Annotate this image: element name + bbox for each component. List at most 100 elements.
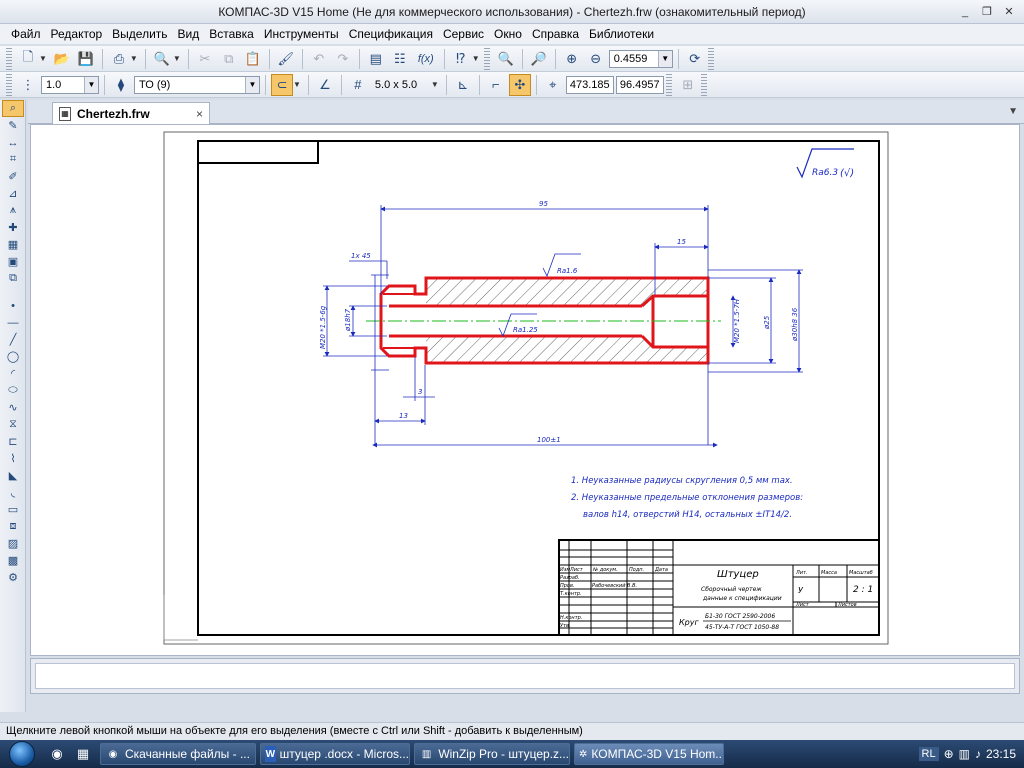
- dropdown-arrow-icon[interactable]: ▼: [431, 80, 439, 89]
- arc-icon[interactable]: ◜: [2, 365, 24, 382]
- manager-icon[interactable]: ▤: [365, 48, 387, 70]
- drawing-svg[interactable]: Ra6.3 (√) 95 15 1х 45 Ra1.6 Ra1.25 M20 *…: [31, 125, 1019, 655]
- network-icon[interactable]: ▥: [959, 747, 970, 761]
- copy-icon[interactable]: ⧉: [218, 48, 240, 70]
- equidistant-icon[interactable]: ⧈: [2, 518, 24, 535]
- hatch-icon[interactable]: ▨: [2, 535, 24, 552]
- toolbar-grip[interactable]: [6, 47, 12, 70]
- edit-icon[interactable]: ✐: [2, 168, 24, 185]
- chevron-down-icon[interactable]: ▼: [245, 76, 259, 93]
- volume-icon[interactable]: ♪: [975, 747, 981, 761]
- menu-service[interactable]: Сервис: [438, 24, 489, 44]
- drawing-canvas[interactable]: Ra6.3 (√) 95 15 1х 45 Ra1.6 Ra1.25 M20 *…: [30, 124, 1020, 656]
- point-icon[interactable]: •: [2, 297, 24, 314]
- dropdown-arrow-icon[interactable]: ▼: [39, 54, 47, 63]
- zoom-all-icon[interactable]: 🔎: [528, 48, 550, 70]
- measure-icon[interactable]: ⩚: [2, 202, 24, 219]
- paste-icon[interactable]: 📋: [242, 48, 264, 70]
- auxiliary-line-icon[interactable]: ―: [2, 314, 24, 331]
- cursor-y-field[interactable]: 96.4957: [615, 75, 664, 94]
- reports-icon[interactable]: ▣: [2, 253, 24, 270]
- grid-step-value[interactable]: 5.0 x 5.0: [371, 79, 431, 91]
- circle-icon[interactable]: ◯: [2, 348, 24, 365]
- properties-area[interactable]: [35, 663, 1015, 689]
- parametrization-icon[interactable]: ⊿: [2, 185, 24, 202]
- toolbar-grip[interactable]: [483, 47, 490, 70]
- local-snap-icon[interactable]: ∠: [314, 74, 336, 96]
- spline-icon[interactable]: ∿: [2, 399, 24, 416]
- grid-icon[interactable]: #: [347, 74, 369, 96]
- taskbar-item-word[interactable]: W штуцер .docx - Micros...: [260, 743, 410, 765]
- taskbar-item-winzip[interactable]: ▥ WinZip Pro - штуцер.z...: [414, 743, 570, 765]
- restore-button[interactable]: ❐: [978, 4, 996, 19]
- menu-editor[interactable]: Редактор: [46, 24, 108, 44]
- spec-icon[interactable]: ▦: [2, 236, 24, 253]
- specification-icon[interactable]: ☷: [389, 48, 411, 70]
- context-help-icon[interactable]: ⁉: [450, 48, 472, 70]
- format-brush-icon[interactable]: 🖌: [275, 48, 297, 70]
- redo-icon[interactable]: ↷: [332, 48, 354, 70]
- cursor-x-field[interactable]: 473.185: [565, 75, 614, 94]
- menu-specification[interactable]: Спецификация: [344, 24, 438, 44]
- save-icon[interactable]: 💾: [75, 48, 97, 70]
- menu-insert[interactable]: Вставка: [204, 24, 259, 44]
- cut-icon[interactable]: ✂: [194, 48, 216, 70]
- tab-menu-icon[interactable]: ▼: [1008, 106, 1018, 117]
- dropdown-arrow-icon[interactable]: ▼: [472, 54, 480, 63]
- ortho-mode-icon[interactable]: ⌐: [485, 74, 507, 96]
- language-indicator[interactable]: RL: [918, 747, 939, 761]
- tray-add-icon[interactable]: ⊕: [944, 747, 954, 761]
- dropdown-arrow-icon[interactable]: ▼: [293, 80, 301, 89]
- dropdown-arrow-icon[interactable]: ▼: [130, 54, 138, 63]
- rectangle-icon[interactable]: ▭: [2, 501, 24, 518]
- line-width-combo[interactable]: 1.0 ▼: [41, 75, 99, 94]
- clock[interactable]: 23:15: [986, 747, 1016, 761]
- menu-window[interactable]: Окно: [489, 24, 527, 44]
- chevron-down-icon[interactable]: ▼: [84, 76, 98, 93]
- fragment-icon[interactable]: ⧉: [2, 270, 24, 287]
- show-desktop-icon[interactable]: ▦: [72, 743, 94, 765]
- close-tab-icon[interactable]: ×: [196, 107, 203, 121]
- toolbar-grip[interactable]: [700, 73, 707, 96]
- undo-icon[interactable]: ↶: [308, 48, 330, 70]
- minimize-button[interactable]: _: [956, 4, 974, 19]
- toolbar-grip[interactable]: [6, 73, 12, 96]
- fill-icon[interactable]: ▩: [2, 552, 24, 569]
- dimensions-icon[interactable]: ↔: [2, 134, 24, 151]
- toolbar-grip[interactable]: [665, 73, 672, 96]
- toolbar-grip[interactable]: [707, 47, 714, 70]
- contour-icon[interactable]: ⊏: [2, 433, 24, 450]
- chamfer-icon[interactable]: ◣: [2, 467, 24, 484]
- curve-icon[interactable]: ⌇: [2, 450, 24, 467]
- menu-tools[interactable]: Инструменты: [259, 24, 344, 44]
- chevron-down-icon[interactable]: ▼: [657, 50, 672, 67]
- fillet-icon[interactable]: ◟: [2, 484, 24, 501]
- zoom-out-icon[interactable]: ⊖: [585, 48, 607, 70]
- print-preview-icon[interactable]: 🔍: [151, 48, 173, 70]
- print-icon[interactable]: ⎙: [108, 48, 130, 70]
- dropdown-arrow-icon[interactable]: ▼: [173, 54, 181, 63]
- layer-combo[interactable]: ТО (9) ▼: [134, 75, 260, 94]
- variables-button[interactable]: f(x): [413, 48, 439, 70]
- menu-libraries[interactable]: Библиотеки: [584, 24, 659, 44]
- close-button[interactable]: ✕: [1000, 4, 1018, 19]
- parametric-mode-icon[interactable]: ✣: [508, 73, 531, 96]
- chrome-icon[interactable]: ◉: [46, 743, 68, 765]
- new-document-icon[interactable]: 🗋: [17, 48, 39, 70]
- zoom-in-icon[interactable]: ⊕: [561, 48, 583, 70]
- layers-icon[interactable]: ⧫: [110, 74, 132, 96]
- coordinate-system-icon[interactable]: ⊾: [452, 74, 474, 96]
- menu-help[interactable]: Справка: [527, 24, 584, 44]
- polyline-icon[interactable]: ⧖: [2, 416, 24, 433]
- ellipse-icon[interactable]: ⬭: [2, 382, 24, 399]
- zoom-level-combo[interactable]: 0.4559 ▼: [608, 49, 673, 68]
- snap-magnet-icon[interactable]: ⊂: [271, 73, 293, 96]
- refresh-icon[interactable]: ⟳: [684, 48, 706, 70]
- segment-icon[interactable]: ╱: [2, 331, 24, 348]
- geometry-icon[interactable]: ✎: [2, 117, 24, 134]
- taskbar-item-downloads[interactable]: ◉ Скачанные файлы - ...: [100, 743, 256, 765]
- taskbar-item-kompas[interactable]: ✲ КОМПАС-3D V15 Hom...: [574, 743, 724, 765]
- properties-icon[interactable]: ⚙: [2, 569, 24, 586]
- select-tool-icon[interactable]: ⌕: [2, 100, 24, 117]
- open-folder-icon[interactable]: 📂: [51, 48, 73, 70]
